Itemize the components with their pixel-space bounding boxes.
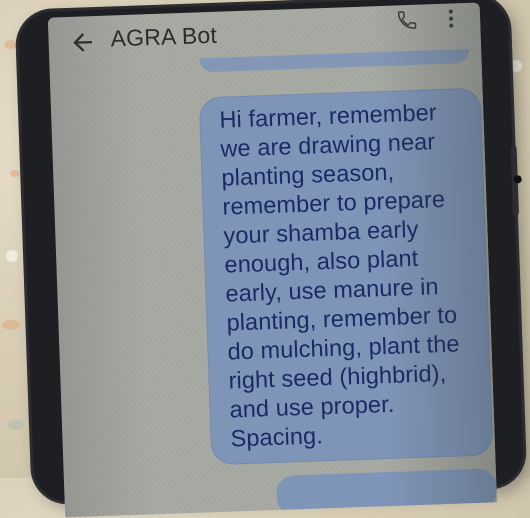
- more-options-icon[interactable]: [448, 7, 455, 29]
- wall-speck: [510, 60, 522, 72]
- chat-title: AGRA Bot: [110, 21, 218, 52]
- phone-call-icon[interactable]: [396, 9, 419, 32]
- message-bubble[interactable]: Hi farmer, remember we are drawing near …: [198, 87, 494, 466]
- message-line: and use proper.: [229, 390, 395, 423]
- wall-speck: [4, 40, 18, 49]
- message-line: your shamba early: [223, 215, 419, 249]
- message-line: enough, also plant: [224, 244, 419, 278]
- wall-speck: [8, 420, 24, 430]
- phone: AGRA Bot Hi farmer, remember we are draw…: [17, 0, 525, 518]
- wall-speck: [2, 320, 20, 330]
- message-line: planting season,: [221, 158, 395, 191]
- phone-screen: AGRA Bot Hi farmer, remember we are draw…: [47, 2, 497, 518]
- wall-speck: [10, 170, 20, 177]
- message-line: we are drawing near: [220, 128, 436, 162]
- back-arrow-icon[interactable]: [68, 28, 97, 57]
- phone-sensor-dot: [513, 175, 522, 184]
- next-message-bubble: [275, 468, 497, 516]
- message-line: right seed (highbrid),: [228, 359, 447, 394]
- message-line: Spacing.: [230, 422, 324, 452]
- wall-speck: [6, 250, 18, 262]
